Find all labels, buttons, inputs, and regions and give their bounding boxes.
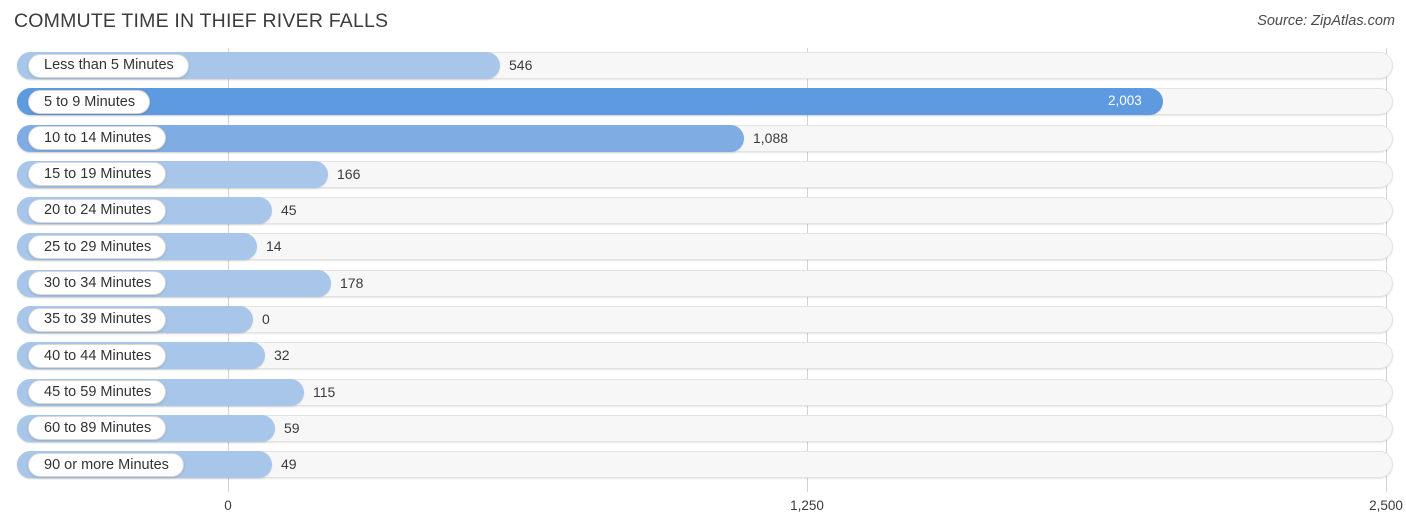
category-label: Less than 5 Minutes xyxy=(44,57,174,74)
bar-row[interactable]: 25 to 29 Minutes 14 xyxy=(0,231,1406,267)
category-label-pill: 35 to 39 Minutes xyxy=(28,307,167,332)
category-label-pill: 30 to 34 Minutes xyxy=(28,271,167,296)
bar-row[interactable]: 90 or more Minutes 49 xyxy=(0,449,1406,485)
x-axis: 0 1,250 2,500 xyxy=(0,496,1406,522)
bar-value-label: 49 xyxy=(281,456,297,473)
category-label-pill: 5 to 9 Minutes xyxy=(28,89,151,114)
bar-rows: Less than 5 Minutes 546 5 to 9 Minutes 2,00… xyxy=(0,50,1406,486)
bar-row[interactable]: 30 to 34 Minutes 178 xyxy=(0,268,1406,304)
x-axis-tick-label: 0 xyxy=(224,498,232,513)
category-label-pill: 60 to 89 Minutes xyxy=(28,416,167,441)
bar-value-label: 45 xyxy=(281,202,297,219)
category-label-pill: 40 to 44 Minutes xyxy=(28,343,167,368)
bar-row[interactable]: 20 to 24 Minutes 45 xyxy=(0,195,1406,231)
category-label: 45 to 59 Minutes xyxy=(44,383,152,400)
bar-row[interactable]: 15 to 19 Minutes 166 xyxy=(0,159,1406,195)
bar-value-label: 546 xyxy=(509,57,533,73)
bar-value-label: 59 xyxy=(284,419,300,436)
category-label: 90 or more Minutes xyxy=(44,456,169,473)
bar-row[interactable]: 5 to 9 Minutes 2,003 xyxy=(0,86,1406,122)
bar-value-label: 178 xyxy=(340,274,364,291)
category-label-pill: 20 to 24 Minutes xyxy=(28,198,167,223)
bar-row[interactable]: Less than 5 Minutes 546 xyxy=(0,50,1406,86)
bar-value-label: 14 xyxy=(266,238,282,255)
chart-header: COMMUTE TIME IN THIEF RIVER FALLS Source… xyxy=(0,0,1406,44)
category-label-pill: 10 to 14 Minutes xyxy=(28,126,167,151)
source-attribution: Source: ZipAtlas.com xyxy=(1257,13,1395,29)
category-label-pill: 45 to 59 Minutes xyxy=(28,380,167,405)
bar-row[interactable]: 45 to 59 Minutes 115 xyxy=(0,377,1406,413)
bar-value-label: 115 xyxy=(313,383,336,400)
category-label: 35 to 39 Minutes xyxy=(44,311,152,328)
category-label: 30 to 34 Minutes xyxy=(44,275,152,292)
bar-row[interactable]: 60 to 89 Minutes 59 xyxy=(0,413,1406,449)
category-label: 20 to 24 Minutes xyxy=(44,202,152,219)
x-axis-tick-label: 2,500 xyxy=(1369,498,1403,513)
category-label: 40 to 44 Minutes xyxy=(44,347,152,364)
bar-fill[interactable] xyxy=(17,88,1163,116)
category-label-pill: 15 to 19 Minutes xyxy=(28,162,167,187)
category-label-pill: Less than 5 Minutes xyxy=(28,53,189,78)
bar-value-label: 166 xyxy=(337,165,361,182)
category-label: 15 to 19 Minutes xyxy=(44,166,152,183)
x-axis-tick-label: 1,250 xyxy=(790,498,824,513)
category-label: 60 to 89 Minutes xyxy=(44,420,152,437)
bar-row[interactable]: 40 to 44 Minutes 32 xyxy=(0,340,1406,376)
category-label: 5 to 9 Minutes xyxy=(44,93,136,110)
bar-row[interactable]: 10 to 14 Minutes 1,088 xyxy=(0,123,1406,159)
category-label-pill: 25 to 29 Minutes xyxy=(28,234,167,259)
page-title: COMMUTE TIME IN THIEF RIVER FALLS xyxy=(14,10,389,32)
bar-value-label: 0 xyxy=(262,311,270,328)
bar-value-label: 32 xyxy=(274,347,290,364)
bar-value-label: 2,003 xyxy=(1108,93,1142,109)
bar-value-label: 1,088 xyxy=(753,129,789,146)
chart-plot-area: Less than 5 Minutes 546 5 to 9 Minutes 2,00… xyxy=(0,44,1406,522)
category-label-pill: 90 or more Minutes xyxy=(28,452,184,477)
category-label: 25 to 29 Minutes xyxy=(44,238,152,255)
bar-row[interactable]: 35 to 39 Minutes 0 xyxy=(0,304,1406,340)
category-label: 10 to 14 Minutes xyxy=(44,129,152,146)
